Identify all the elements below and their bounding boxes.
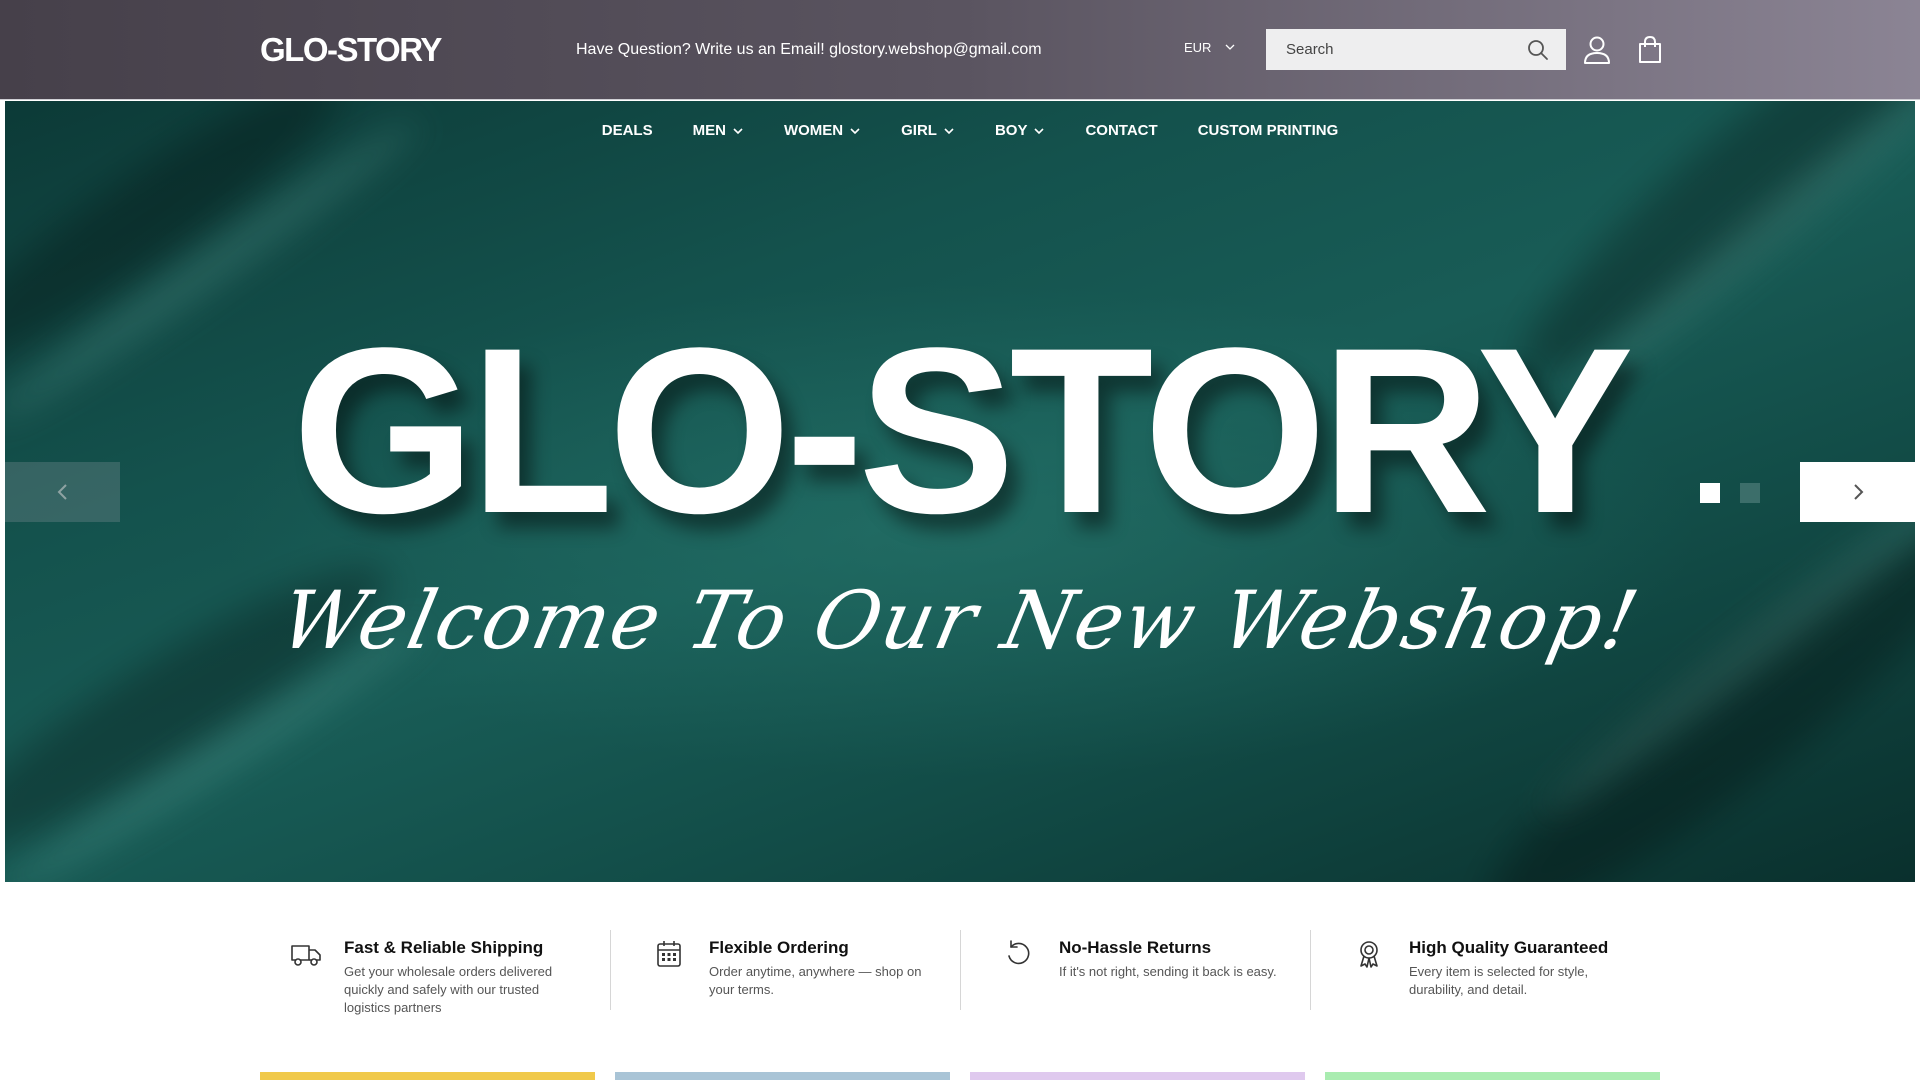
category-card[interactable] (1325, 1072, 1660, 1080)
hero-banner: DEALS MEN WOMEN GIRL BOY CONTACT CUSTOM … (5, 101, 1915, 882)
nav-item-label: BOY (994, 122, 1028, 139)
calendar-icon (657, 941, 681, 967)
feature-description: If it's not right, sending it back is ea… (1058, 964, 1277, 979)
feature-title: No-Hassle Returns (1058, 938, 1212, 957)
search-input[interactable] (1266, 29, 1506, 70)
feature-description: Every item is selected for style, durabi… (1408, 964, 1589, 997)
feature-item: High Quality Guaranteed Every item is se… (1309, 930, 1660, 1010)
announcement-text: Have Question? Write us an Email! glosto… (576, 41, 1042, 58)
header-bar: GLO-STORY Have Question? Write us an Ema… (0, 0, 1920, 100)
chevron-left-icon (57, 484, 67, 500)
category-card[interactable] (260, 1072, 595, 1080)
feature-item: No-Hassle Returns If it's not right, sen… (959, 930, 1310, 1010)
cart-icon[interactable] (1636, 35, 1664, 65)
category-card[interactable] (615, 1072, 950, 1080)
feature-item: Flexible Ordering Order anytime, anywher… (609, 930, 960, 1010)
chevron-down-icon (1225, 44, 1235, 50)
nav-item-label: CONTACT (1085, 122, 1158, 139)
nav-item-label: MEN (692, 122, 726, 139)
nav-item-custom-printing[interactable]: CUSTOM PRINTING (1198, 119, 1339, 143)
chevron-down-icon (850, 128, 860, 135)
nav-item-label: GIRL (901, 122, 937, 139)
chevron-down-icon (733, 128, 743, 135)
feature-description: Order anytime, anywhere — shop on your t… (708, 964, 922, 997)
nav-item-girl[interactable]: GIRL (901, 119, 955, 143)
nav-item-men[interactable]: MEN (693, 119, 744, 143)
feature-title: Flexible Ordering (708, 938, 849, 957)
category-card[interactable] (970, 1072, 1305, 1080)
slider-dot-2[interactable] (1740, 483, 1760, 503)
category-cards (260, 1072, 1660, 1080)
currency-value: EUR (1184, 40, 1212, 55)
nav-item-label: WOMEN (783, 122, 844, 139)
nav-item-label: DEALS (601, 122, 653, 139)
return-icon (1008, 940, 1030, 965)
slider-dot-1[interactable] (1700, 483, 1720, 503)
slider-prev-button[interactable] (5, 462, 120, 522)
feature-title: Fast & Reliable Shipping (344, 938, 544, 957)
account-icon[interactable] (1583, 35, 1611, 65)
nav-item-contact[interactable]: CONTACT (1085, 119, 1157, 143)
slider-next-button[interactable] (1800, 462, 1915, 522)
hero-title: GLO-STORY (292, 299, 1634, 563)
search-bar (1266, 29, 1566, 70)
search-icon[interactable] (1526, 38, 1550, 62)
truck-icon (291, 945, 321, 966)
feature-title: High Quality Guaranteed (1408, 938, 1609, 957)
nav-item-boy[interactable]: BOY (995, 119, 1046, 143)
feature-item: Fast & Reliable Shipping Get your wholes… (260, 930, 610, 1015)
currency-selector[interactable]: EUR (1170, 34, 1248, 62)
hero-subtitle: Welcome To Our New Webshop! (272, 574, 1648, 667)
chevron-down-icon (944, 128, 954, 135)
nav-item-women[interactable]: WOMEN (784, 119, 861, 143)
award-icon (1360, 941, 1378, 968)
main-nav: DEALS MEN WOMEN GIRL BOY CONTACT CUSTOM … (5, 119, 1915, 143)
nav-item-deals[interactable]: DEALS (602, 119, 653, 143)
features-row: Fast & Reliable Shipping Get your wholes… (260, 930, 1660, 1030)
chevron-down-icon (1034, 128, 1045, 135)
nav-item-label: CUSTOM PRINTING (1197, 122, 1339, 139)
feature-description: Get your wholesale orders delivered quic… (344, 964, 553, 1015)
chevron-right-icon (1853, 484, 1863, 500)
site-logo[interactable]: GLO-STORY (260, 30, 442, 70)
